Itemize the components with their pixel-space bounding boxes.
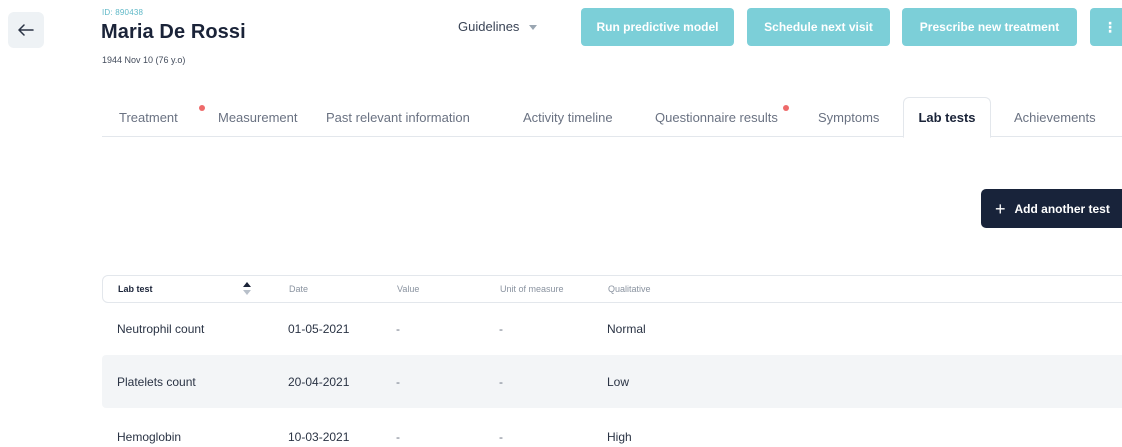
prescribe-new-treatment-button[interactable]: Prescribe new treatment <box>902 8 1077 46</box>
table-row[interactable]: Platelets count 20-04-2021 - - Low <box>102 355 1122 408</box>
patient-id: ID: 890438 <box>102 8 144 17</box>
tab-symptoms[interactable]: Symptoms <box>818 97 879 137</box>
cell-value: - <box>396 321 400 336</box>
tab-label: Achievements <box>1014 109 1096 125</box>
more-vertical-icon: ⋮ <box>1103 18 1117 35</box>
cell-qualitative: Low <box>607 374 630 389</box>
column-header-value: Value <box>397 284 420 294</box>
schedule-next-visit-button[interactable]: Schedule next visit <box>747 8 890 46</box>
back-button[interactable] <box>8 12 44 48</box>
cell-date: 10-03-2021 <box>288 429 350 444</box>
plus-icon: + <box>995 198 1006 219</box>
tab-past-relevant-information[interactable]: Past relevant information <box>326 97 470 137</box>
more-options-button[interactable]: ⋮ <box>1090 8 1122 46</box>
add-another-test-button[interactable]: + Add another test <box>981 189 1122 228</box>
patient-name: Maria De Rossi <box>101 21 246 43</box>
tab-label: Lab tests <box>918 110 976 125</box>
column-header-unit-of-measure: Unit of measure <box>500 284 564 294</box>
tab-lab-tests[interactable]: Lab tests <box>903 97 991 138</box>
guidelines-label: Guidelines <box>458 19 520 34</box>
table-header: Lab test Date Value Unit of measure Qual… <box>102 275 1122 303</box>
tab-label: Symptoms <box>818 109 880 125</box>
tab-achievements[interactable]: Achievements <box>1014 97 1096 137</box>
cell-qualitative: High <box>607 429 632 444</box>
cell-lab-test: Platelets count <box>117 374 196 389</box>
notification-dot <box>199 105 205 111</box>
column-header-date: Date <box>289 284 309 294</box>
tab-measurement[interactable]: Measurement <box>218 97 297 137</box>
cell-unit: - <box>499 374 503 389</box>
tab-label: Treatment <box>119 109 178 125</box>
column-header-qualitative: Qualitative <box>608 284 651 294</box>
tab-activity-timeline[interactable]: Activity timeline <box>523 97 613 137</box>
cell-unit: - <box>499 321 503 336</box>
tab-label: Activity timeline <box>523 109 613 125</box>
run-predictive-model-button[interactable]: Run predictive model <box>581 8 734 46</box>
notification-dot <box>783 105 789 111</box>
guidelines-dropdown[interactable]: Guidelines <box>458 19 538 34</box>
tab-treatment[interactable]: Treatment <box>119 97 205 137</box>
patient-dob: 1944 Nov 10 (76 y.o) <box>102 55 186 65</box>
cell-date: 01-05-2021 <box>288 321 350 336</box>
table-row[interactable]: Neutrophil count 01-05-2021 - - Normal <box>102 302 1122 355</box>
cell-lab-test: Neutrophil count <box>117 321 205 336</box>
tab-label: Measurement <box>218 109 298 125</box>
arrow-left-icon <box>18 24 34 36</box>
cell-date: 20-04-2021 <box>288 374 350 389</box>
tab-questionnaire-results[interactable]: Questionnaire results <box>655 97 789 137</box>
sort-icon[interactable] <box>243 282 251 296</box>
cell-qualitative: Normal <box>607 321 646 336</box>
tab-label: Questionnaire results <box>655 109 778 125</box>
cell-lab-test: Hemoglobin <box>117 429 182 444</box>
cell-value: - <box>396 374 400 389</box>
cell-unit: - <box>499 429 503 444</box>
cell-value: - <box>396 429 400 444</box>
add-test-label: Add another test <box>1014 201 1110 216</box>
tab-bar: Treatment Measurement Past relevant info… <box>102 97 1122 138</box>
tab-label: Past relevant information <box>326 109 470 125</box>
column-header-lab-test: Lab test <box>118 284 153 294</box>
table-row[interactable]: Hemoglobin 10-03-2021 - - High <box>102 410 1122 447</box>
chevron-down-icon <box>529 25 538 30</box>
